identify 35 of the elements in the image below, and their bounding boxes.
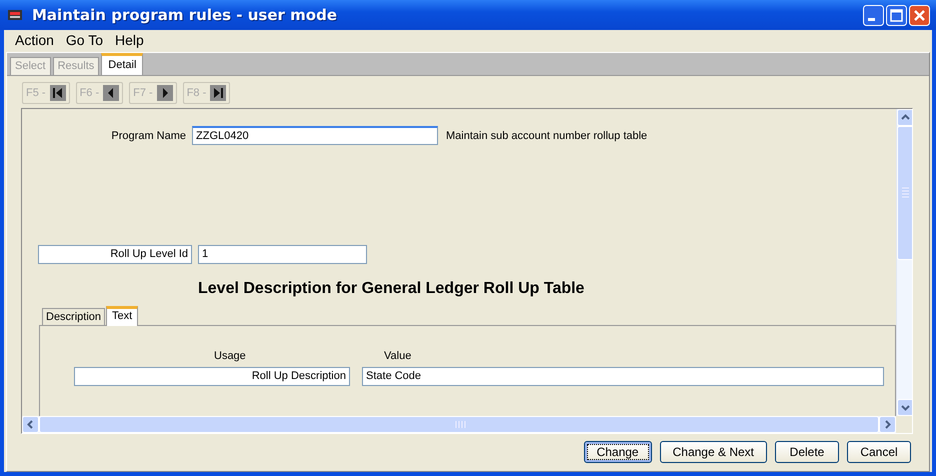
menu-item[interactable]: Go To [60,32,108,48]
usage-field[interactable]: Roll Up Description [74,367,350,386]
last-record-icon [210,85,226,101]
action-button[interactable]: Delete [775,441,839,463]
scroll-down-icon[interactable] [897,399,912,416]
field-label: Roll Up Level Id [38,245,192,264]
maximize-icon[interactable] [886,4,907,26]
action-button[interactable]: Change & Next [660,441,767,463]
scroll-up-icon[interactable] [897,109,912,126]
first-record-icon [50,85,66,101]
window-title: Maintain program rules - user mode [32,6,338,24]
field-label: Program Name [110,130,187,142]
action-button[interactable]: Change [584,441,652,463]
tab[interactable]: Detail [101,53,144,76]
app-icon [8,9,22,21]
section-heading: Level Description for General Ledger Roll Up Table [198,280,586,298]
next-icon [156,85,173,101]
menu-item[interactable]: Help [110,32,149,48]
scroll-right-icon[interactable] [879,416,896,433]
scroll-left-icon[interactable] [22,416,39,433]
menu-item[interactable]: Action [10,32,59,48]
action-button[interactable]: Cancel [847,441,911,463]
value-field[interactable]: State Code [362,367,884,386]
minimize-icon[interactable] [863,4,884,26]
tab[interactable]: Text [106,306,138,326]
close-icon[interactable] [909,4,930,26]
column-header: Usage [214,350,247,362]
previous-icon [103,85,120,101]
scroll-thumb[interactable] [39,416,879,433]
level-id-field[interactable]: 1 [198,245,367,264]
scroll-thumb[interactable] [897,126,912,260]
column-header: Value [384,350,412,362]
program-description: Maintain sub account number rollup table [446,130,648,142]
tab[interactable]: Description [42,308,106,325]
program-name-field[interactable]: ZZGL0420 [192,126,438,145]
